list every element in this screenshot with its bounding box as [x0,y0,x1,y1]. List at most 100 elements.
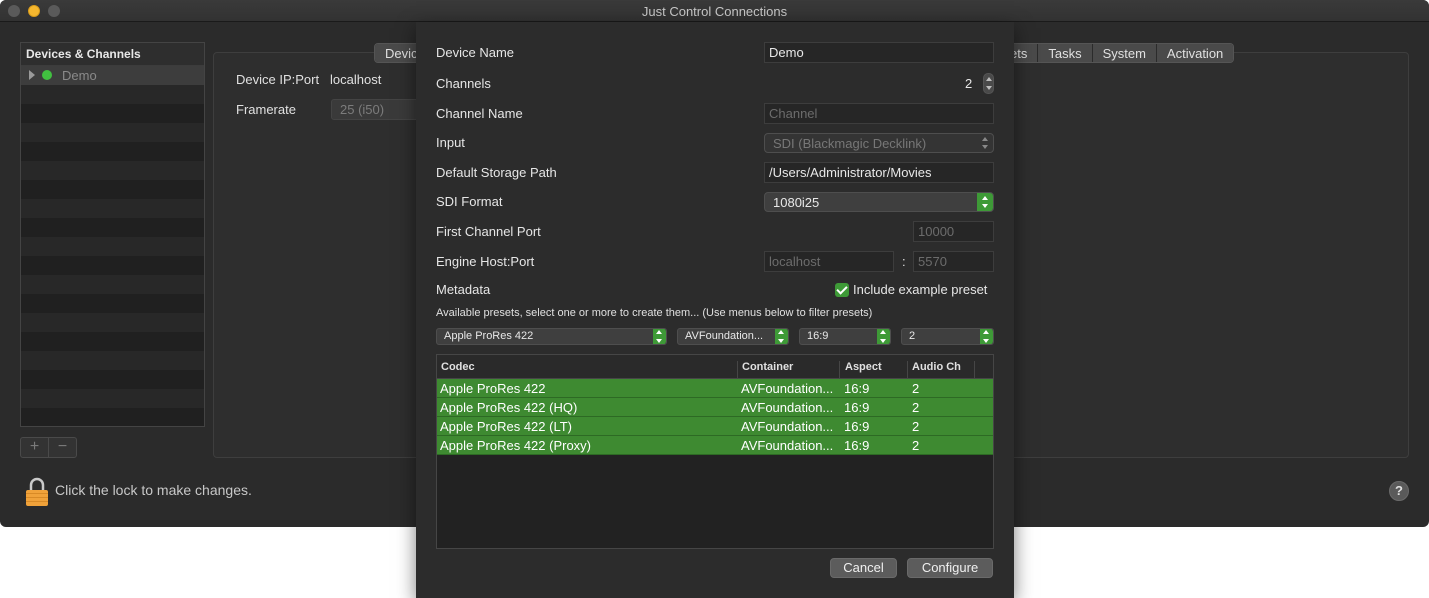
sidebar-empty-row [21,351,204,370]
first-channel-port-field[interactable]: 10000 [913,221,994,242]
sidebar-empty-row [21,370,204,389]
input-popup-value: SDI (Blackmagic Decklink) [773,136,927,151]
sidebar-empty-row [21,199,204,218]
table-header: Codec Container Aspect Audio Ch [437,355,993,385]
column-aspect[interactable]: Aspect [845,361,882,373]
include-example-preset-checkbox[interactable] [835,283,849,297]
cell-container: AVFoundation... [741,419,834,434]
engine-port-field[interactable]: 5570 [913,251,994,272]
table-row[interactable]: Apple ProRes 422 AVFoundation... 16:9 2 [437,379,993,398]
storage-path-field[interactable]: /Users/Administrator/Movies [764,162,994,183]
cell-audio: 2 [912,400,920,415]
channel-name-label: Channel Name [436,106,523,121]
help-button[interactable]: ? [1389,481,1409,501]
channels-label: Channels [436,76,491,91]
cell-audio: 2 [912,381,920,396]
add-device-button[interactable]: + [21,438,49,457]
chevron-updown-icon [653,329,666,344]
device-name-label: Device Name [436,45,515,60]
codec-filter-popup[interactable]: Apple ProRes 422 [436,328,667,345]
first-channel-port-label: First Channel Port [436,224,541,239]
cell-container: AVFoundation... [741,400,834,415]
input-label: Input [436,135,465,150]
configure-button[interactable]: Configure [907,558,993,578]
tab-activation[interactable]: Activation [1156,44,1234,62]
audio-filter-popup[interactable]: 2 [901,328,994,345]
column-container[interactable]: Container [742,361,793,373]
sidebar-empty-row [21,313,204,332]
engine-host-field[interactable]: localhost [764,251,894,272]
sidebar-empty-row [21,123,204,142]
disclosure-triangle-icon[interactable] [29,70,35,80]
status-dot-icon [42,70,52,80]
cell-codec: Apple ProRes 422 (LT) [440,419,572,434]
table-row[interactable]: Apple ProRes 422 (HQ) AVFoundation... 16… [437,398,993,417]
table-row[interactable]: Apple ProRes 422 (LT) AVFoundation... 16… [437,417,993,436]
presets-hint: Available presets, select one or more to… [436,307,873,319]
lock-icon[interactable] [25,477,49,507]
input-popup[interactable]: SDI (Blackmagic Decklink) [764,133,994,153]
column-codec[interactable]: Codec [441,361,475,373]
sidebar-empty-row [21,294,204,313]
lock-message: Click the lock to make changes. [55,482,252,498]
cell-aspect: 16:9 [844,438,870,453]
cell-aspect: 16:9 [844,419,870,434]
sidebar-header: Devices & Channels [21,43,204,66]
table-row[interactable]: Apple ProRes 422 (Proxy) AVFoundation...… [437,436,993,455]
sdi-format-label: SDI Format [436,194,503,209]
framerate-label: Framerate [236,102,296,117]
sidebar-empty-row [21,142,204,161]
cell-codec: Apple ProRes 422 (Proxy) [440,438,592,453]
sdi-format-value: 1080i25 [773,195,820,210]
sidebar-empty-row [21,104,204,123]
cancel-button[interactable]: Cancel [830,558,897,578]
sidebar-empty-row [21,389,204,408]
framerate-popup[interactable]: 25 (i50) [331,99,421,120]
sidebar-empty-row [21,256,204,275]
devices-sidebar: Devices & Channels Demo [20,42,205,427]
sidebar-list: Demo [21,66,204,426]
storage-path-label: Default Storage Path [436,165,557,180]
sidebar-empty-row [21,161,204,180]
cell-aspect: 16:9 [844,381,870,396]
sidebar-empty-row [21,180,204,199]
aspect-filter-value: 16:9 [807,330,829,342]
container-filter-popup[interactable]: AVFoundation... [677,328,789,345]
channels-stepper[interactable] [983,73,994,94]
channels-value[interactable]: 2 [965,76,972,91]
title-bar: Just Control Connections [0,0,1429,22]
remove-device-button[interactable]: − [49,438,76,457]
tab-bar-right: ets Tasks System Activation [1000,43,1235,63]
channel-name-field[interactable]: Channel [764,103,994,124]
sidebar-empty-row [21,237,204,256]
tab-system[interactable]: System [1092,44,1157,62]
chevron-updown-icon [877,329,890,344]
chevron-updown-icon [977,134,993,152]
cell-codec: Apple ProRes 422 (HQ) [440,400,578,415]
cell-audio: 2 [912,419,920,434]
cell-container: AVFoundation... [741,381,834,396]
audio-filter-value: 2 [909,330,916,342]
device-ip-value: localhost [330,72,382,87]
configure-device-sheet: Device Name Demo Channels 2 Channel Name… [416,22,1014,598]
device-name-field[interactable]: Demo [764,42,994,63]
engine-host-port-label: Engine Host:Port [436,254,535,269]
chevron-updown-icon [775,329,788,344]
include-example-preset-label[interactable]: Include example preset [853,282,987,297]
tab-tasks[interactable]: Tasks [1038,44,1093,62]
cell-container: AVFoundation... [741,438,834,453]
sdi-format-popup[interactable]: 1080i25 [764,192,994,212]
chevron-updown-icon [977,193,993,211]
codec-filter-value: Apple ProRes 422 [444,330,534,342]
sidebar-empty-row [21,218,204,237]
device-ip-label: Device IP:Port [236,72,320,87]
cell-audio: 2 [912,438,920,453]
aspect-filter-popup[interactable]: 16:9 [799,328,891,345]
add-remove-control: + − [20,437,77,458]
chevron-updown-icon [980,329,993,344]
sidebar-item-demo[interactable]: Demo [21,66,204,85]
column-audio-ch[interactable]: Audio Ch [912,361,961,373]
sidebar-empty-row [21,408,204,426]
presets-table: Codec Container Aspect Audio Ch Apple Pr… [436,354,994,549]
sidebar-item-label: Demo [62,68,97,83]
